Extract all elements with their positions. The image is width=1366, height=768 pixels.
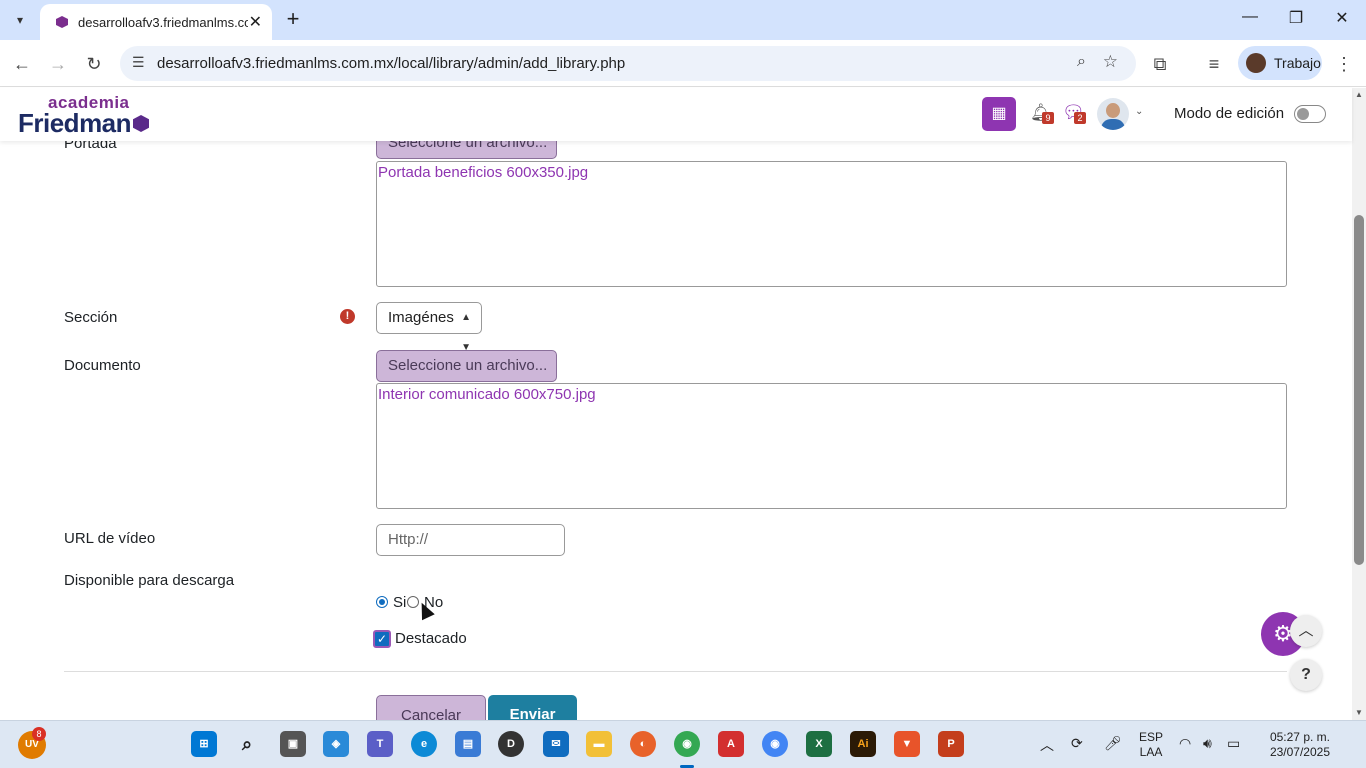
portada-file-button[interactable]: Seleccione un archivo... [376,141,557,159]
clock[interactable]: 05:27 p. m. 23/07/2025 [1258,730,1330,760]
bookmark-star-icon[interactable]: ☆ [1103,52,1118,72]
scroll-up-icon[interactable]: ▲ [1352,90,1366,99]
tab-title: desarrolloafv3.friedmanlms.com [78,14,248,30]
language-indicator[interactable]: ESP LAA [1139,730,1163,760]
forward-icon[interactable]: → [44,50,72,78]
documento-file-button[interactable]: Seleccione un archivo... [376,350,557,382]
user-menu-chevron-down-icon[interactable]: ⌄ [1135,106,1143,117]
search-icon[interactable]: ⌕ [234,731,260,757]
seccion-label: Sección [64,309,118,326]
radio-si[interactable] [376,596,388,608]
reload-icon[interactable]: ↻ [80,50,108,78]
edge-icon[interactable]: e [411,731,437,757]
url-text[interactable]: desarrolloafv3.friedmanlms.com.mx/local/… [157,55,625,72]
file-explorer-icon[interactable]: ▬ [586,731,612,757]
teams-icon[interactable]: T [367,731,393,757]
back-icon[interactable]: ← [8,50,36,78]
scroll-down-icon[interactable]: ▼ [1352,708,1366,717]
documento-label: Documento [64,357,141,374]
browser-toolbar: ← → ↻ ☰ desarrolloafv3.friedmanlms.com.m… [0,40,1366,87]
radio-si-label[interactable]: Si [393,594,406,611]
illustrator-icon[interactable]: Ai [850,731,876,757]
descarga-label: Disponible para descarga [64,572,235,589]
edit-mode-label: Modo de edición [1174,105,1285,122]
copilot-icon[interactable]: ◈ [323,731,349,757]
microphone-icon[interactable]: 🎤︎ [1104,735,1122,752]
volume-icon[interactable]: 🔊︎ [1203,735,1212,752]
scroll-thumb[interactable] [1354,215,1364,565]
apps-grid-icon[interactable]: ▦ [982,97,1016,131]
windows-start-icon[interactable]: ⊞ [191,731,217,757]
help-icon[interactable]: ? [1290,659,1322,691]
zoom-icon[interactable]: ⌕ [1077,53,1086,71]
notifications-badge: 9 [1042,112,1054,124]
seccion-select[interactable]: Imagénes ▲ ▼ [376,302,482,353]
tray-chevron-up-icon[interactable]: ︿ [1040,735,1054,755]
destacado-label[interactable]: Destacado [395,630,467,647]
profile-avatar [1246,53,1266,73]
video-url-input[interactable]: Http:// [376,524,565,556]
required-icon: ! [340,309,355,324]
form-divider [64,671,1287,672]
media-control-icon[interactable]: ≡ [1200,50,1228,78]
dell-icon[interactable]: D [498,731,524,757]
page-scrollbar[interactable]: ▲ ▼ [1352,88,1366,720]
maximize-icon[interactable]: ❐ [1276,8,1316,28]
video-url-label: URL de vídeo [64,530,156,547]
scroll-top-chevron-up-icon[interactable]: ︿ [1290,615,1322,647]
firefox-icon[interactable]: ◐ [630,731,656,757]
excel-icon[interactable]: X [806,731,832,757]
acrobat-icon[interactable]: A [718,731,744,757]
extensions-icon[interactable]: ⧉ [1146,50,1174,78]
tab-search-icon[interactable]: ▾ [6,6,34,34]
portada-label: Portada [64,141,117,152]
store-icon[interactable]: ▤ [455,731,481,757]
browser-tabstrip: ▾ desarrolloafv3.friedmanlms.com ✕ + — ❐… [0,0,1366,40]
mail-icon[interactable]: ✉ [543,731,569,757]
documento-file-link[interactable]: Interior comunicado 600x750.jpg [378,386,596,403]
logo-friedman[interactable]: Friedman [18,108,132,139]
address-bar[interactable]: ☰ desarrolloafv3.friedmanlms.com.mx/loca… [120,46,1136,81]
documento-filemanager[interactable]: Interior comunicado 600x750.jpg [376,383,1287,509]
portada-filemanager[interactable]: Portada beneficios 600x350.jpg [376,161,1287,287]
uv-badge: 8 [32,727,46,741]
site-info-icon[interactable]: ☰ [132,54,145,71]
messages-badge: 2 [1074,112,1086,124]
minimize-icon[interactable]: — [1230,8,1270,26]
chrome-icon[interactable]: ◉ [674,731,700,757]
browser-menu-icon[interactable]: ⋮ [1330,50,1358,78]
seccion-selected-value: Imagénes [388,309,454,326]
brave-icon[interactable]: ▼ [894,731,920,757]
new-tab-icon[interactable]: + [280,6,306,34]
task-view-icon[interactable]: ▣ [280,731,306,757]
close-tab-icon[interactable]: ✕ [249,12,262,32]
profile-button[interactable]: Trabajo [1238,46,1322,80]
clock-time: 05:27 p. m. [1269,730,1330,744]
site-header: academia Friedman ▦ 🔔︎ 9 💬︎ 2 ⌄ Modo de … [0,88,1352,141]
battery-icon[interactable]: ▭ [1227,735,1240,752]
clock-date: 23/07/2025 [1269,745,1330,759]
logo-hexagon-icon [133,115,149,132]
sync-icon[interactable]: ⟳ [1071,735,1083,752]
submit-button[interactable]: Enviar [488,695,577,720]
chrome-profile-icon[interactable]: ◉ [762,731,788,757]
destacado-checkbox[interactable]: ✓ [373,630,391,648]
site-favicon-icon [56,16,68,28]
profile-name: Trabajo [1274,55,1321,71]
close-window-icon[interactable]: ✕ [1322,8,1362,28]
windows-taskbar: UV 8 ⊞ ⌕ ▣ ◈ T e ▤ D ✉ ▬ ◐ ◉ A ◉ X Ai ▼ … [0,720,1366,768]
portada-file-link[interactable]: Portada beneficios 600x350.jpg [378,164,588,181]
wifi-icon[interactable]: ◠ [1179,735,1191,752]
powerpoint-icon[interactable]: P [938,731,964,757]
cancel-button[interactable]: Cancelar [376,695,486,720]
user-avatar[interactable] [1097,98,1129,130]
browser-tab[interactable]: desarrolloafv3.friedmanlms.com ✕ [40,4,272,40]
edit-mode-toggle[interactable] [1294,105,1326,123]
form-content: Portada Seleccione un archivo... Portada… [0,141,1352,720]
